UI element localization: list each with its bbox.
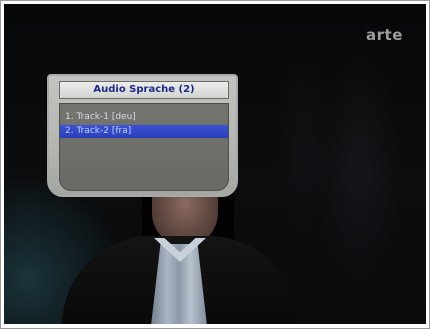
audio-language-dialog: Audio Sprache (2) 1. Track-1 [deu] 2. Tr… bbox=[47, 74, 238, 197]
audio-track-list: 1. Track-1 [deu] 2. Track-2 [fra] bbox=[59, 103, 229, 191]
dialog-title: Audio Sprache (2) bbox=[59, 81, 229, 99]
video-frame: arte Audio Sprache (2) 1. Track-1 [deu] … bbox=[4, 4, 426, 324]
audio-track-item-1[interactable]: 1. Track-1 [deu] bbox=[60, 111, 228, 124]
tv-frame: arte Audio Sprache (2) 1. Track-1 [deu] … bbox=[0, 0, 430, 329]
channel-logo: arte bbox=[366, 26, 403, 44]
audio-track-item-2-selected[interactable]: 2. Track-2 [fra] bbox=[60, 125, 228, 138]
